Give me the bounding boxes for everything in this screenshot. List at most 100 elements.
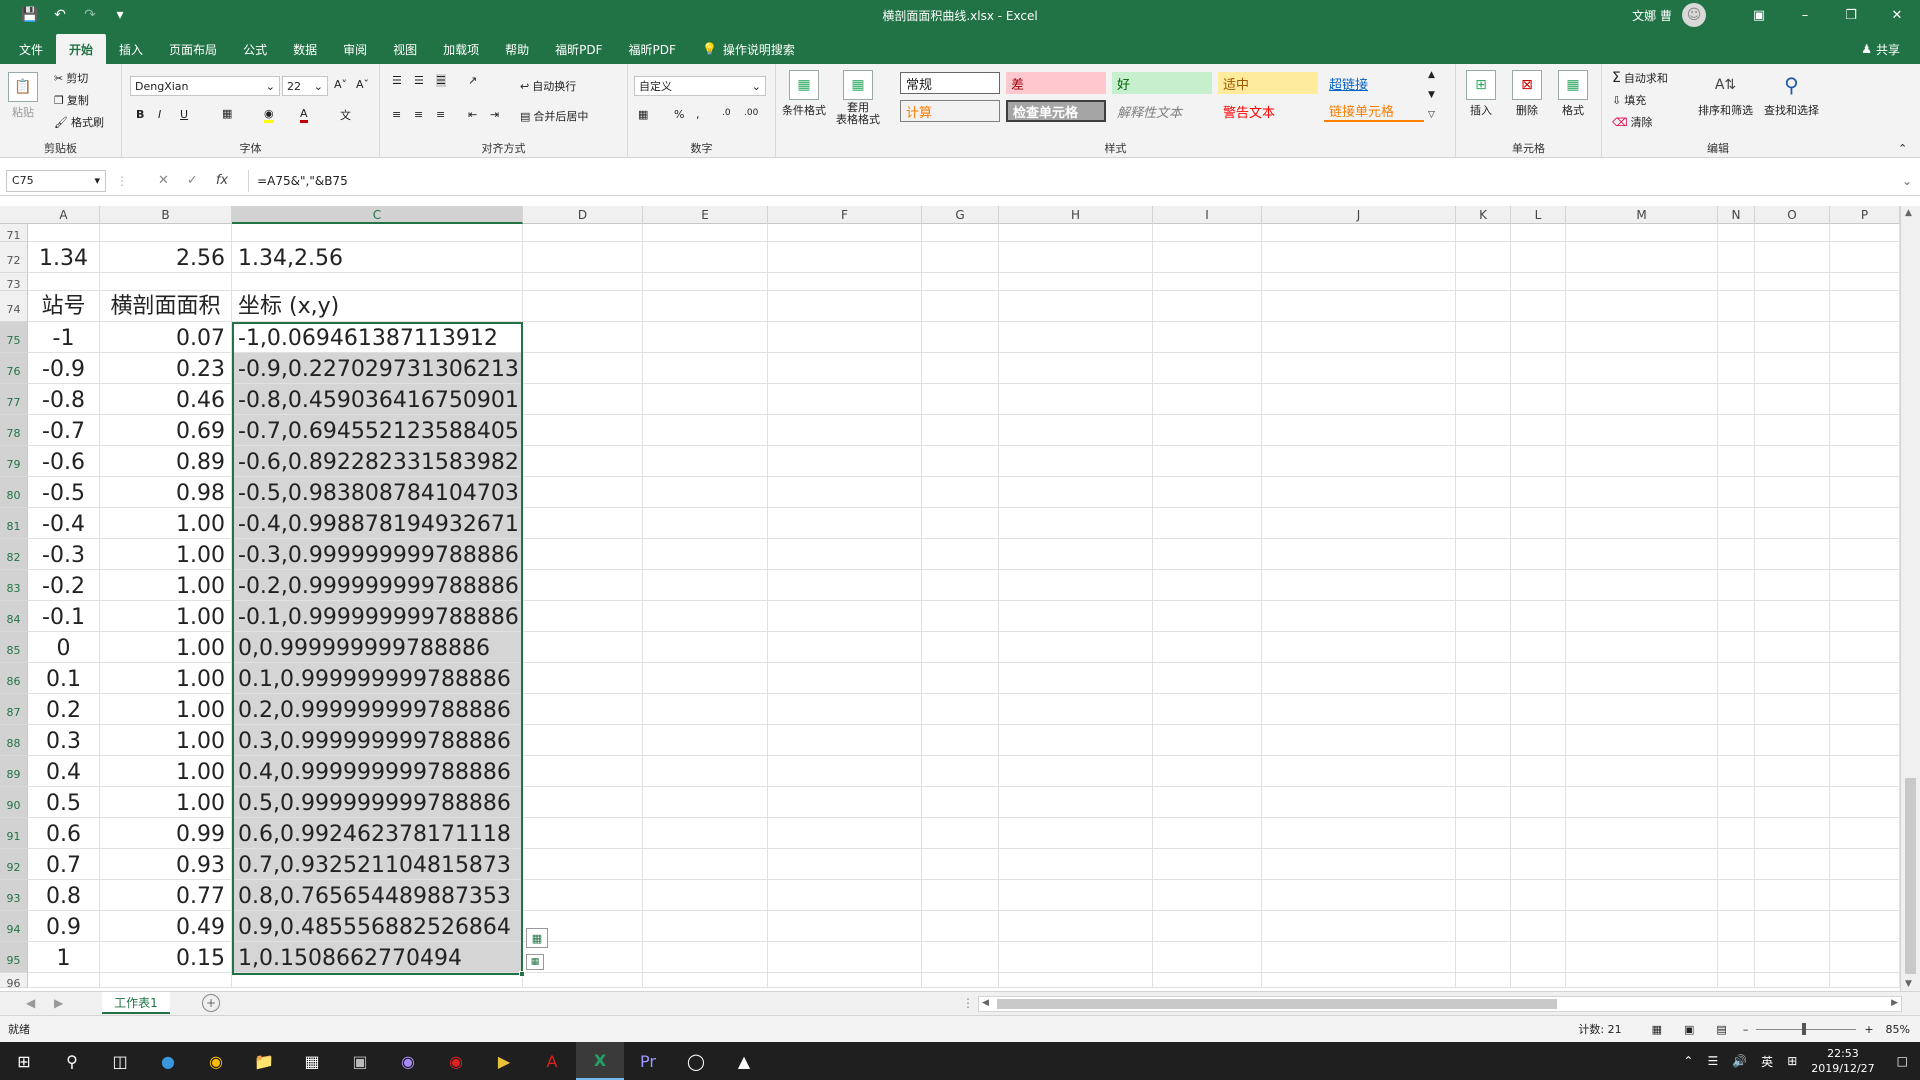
vertical-scrollbar[interactable]: ▲ ▼: [1900, 206, 1920, 991]
empty-cell[interactable]: [1718, 477, 1755, 508]
empty-cell[interactable]: [1566, 570, 1718, 601]
insert-function-icon[interactable]: fx: [216, 173, 228, 188]
cell-a75[interactable]: -1: [28, 322, 100, 353]
number-format-combo[interactable]: 自定义 ⌄: [634, 76, 766, 96]
empty-cell[interactable]: [1511, 942, 1566, 973]
empty-cell[interactable]: [768, 694, 922, 725]
empty-cell[interactable]: [1262, 694, 1456, 725]
row-header[interactable]: 75: [0, 322, 28, 353]
cell-a96[interactable]: [28, 973, 100, 988]
normal-view-icon[interactable]: ▦: [1652, 1023, 1662, 1036]
cell-a80[interactable]: -0.5: [28, 477, 100, 508]
empty-cell[interactable]: [643, 787, 768, 818]
empty-cell[interactable]: [1456, 322, 1511, 353]
cell-b85[interactable]: 1.00: [100, 632, 232, 663]
empty-cell[interactable]: [1511, 725, 1566, 756]
cell-b71[interactable]: [100, 224, 232, 242]
empty-cell[interactable]: [768, 880, 922, 911]
empty-cell[interactable]: [1566, 291, 1718, 322]
save-icon[interactable]: 💾: [20, 5, 40, 25]
row-header[interactable]: 90: [0, 787, 28, 818]
cancel-icon[interactable]: ✕: [158, 173, 169, 188]
empty-cell[interactable]: [1566, 725, 1718, 756]
merge-center-button[interactable]: ▤ 合并后居中: [520, 108, 588, 124]
empty-cell[interactable]: [643, 322, 768, 353]
cell-c80[interactable]: -0.5,0.983808784104703: [232, 477, 523, 508]
empty-cell[interactable]: [1511, 477, 1566, 508]
cell-a76[interactable]: -0.9: [28, 353, 100, 384]
empty-cell[interactable]: [999, 415, 1153, 446]
format-as-table-button[interactable]: ▦ 套用 表格格式: [836, 70, 880, 126]
empty-cell[interactable]: [999, 570, 1153, 601]
empty-cell[interactable]: [1755, 384, 1830, 415]
empty-cell[interactable]: [1262, 973, 1456, 988]
empty-cell[interactable]: [523, 384, 643, 415]
empty-cell[interactable]: [999, 942, 1153, 973]
empty-cell[interactable]: [1566, 508, 1718, 539]
tab-foxit-pdf-1[interactable]: 福昕PDF: [542, 34, 615, 64]
style-normal[interactable]: 常规: [900, 72, 1000, 94]
empty-cell[interactable]: [1456, 415, 1511, 446]
tab-file[interactable]: 文件: [6, 34, 56, 64]
copy-button[interactable]: ❐ 复制: [54, 92, 89, 108]
row-header[interactable]: 87: [0, 694, 28, 725]
empty-cell[interactable]: [643, 570, 768, 601]
empty-cell[interactable]: [1153, 787, 1262, 818]
clear-button[interactable]: ⌫ 清除: [1612, 114, 1653, 130]
customize-qat-icon[interactable]: ▾: [110, 5, 130, 25]
empty-cell[interactable]: [1755, 224, 1830, 242]
empty-cell[interactable]: [1718, 756, 1755, 787]
empty-cell[interactable]: [1456, 273, 1511, 291]
empty-cell[interactable]: [1153, 601, 1262, 632]
empty-cell[interactable]: [768, 353, 922, 384]
empty-cell[interactable]: [922, 725, 999, 756]
empty-cell[interactable]: [1755, 849, 1830, 880]
empty-cell[interactable]: [1456, 663, 1511, 694]
row-header[interactable]: 92: [0, 849, 28, 880]
empty-cell[interactable]: [922, 942, 999, 973]
empty-cell[interactable]: [1830, 384, 1900, 415]
align-right-button[interactable]: ≡: [436, 108, 445, 121]
empty-cell[interactable]: [1511, 663, 1566, 694]
empty-cell[interactable]: [1262, 880, 1456, 911]
empty-cell[interactable]: [922, 224, 999, 242]
empty-cell[interactable]: [922, 601, 999, 632]
empty-cell[interactable]: [1755, 911, 1830, 942]
empty-cell[interactable]: [1456, 973, 1511, 988]
empty-cell[interactable]: [643, 632, 768, 663]
empty-cell[interactable]: [1153, 273, 1262, 291]
row-header[interactable]: 85: [0, 632, 28, 663]
empty-cell[interactable]: [768, 911, 922, 942]
empty-cell[interactable]: [768, 273, 922, 291]
paste-button[interactable]: 📋 粘贴: [8, 72, 38, 120]
style-neutral[interactable]: 适中: [1218, 72, 1318, 94]
new-sheet-button[interactable]: +: [202, 994, 220, 1012]
acrobat-icon[interactable]: A: [528, 1042, 576, 1080]
empty-cell[interactable]: [922, 911, 999, 942]
empty-cell[interactable]: [523, 477, 643, 508]
zoom-slider-thumb[interactable]: [1802, 1022, 1807, 1035]
empty-cell[interactable]: [643, 911, 768, 942]
empty-cell[interactable]: [922, 508, 999, 539]
empty-cell[interactable]: [1153, 942, 1262, 973]
empty-cell[interactable]: [1755, 632, 1830, 663]
empty-cell[interactable]: [1456, 224, 1511, 242]
style-check-cell[interactable]: 检查单元格: [1006, 100, 1106, 122]
autosum-button[interactable]: Σ 自动求和: [1612, 70, 1668, 86]
empty-cell[interactable]: [768, 942, 922, 973]
empty-cell[interactable]: [1755, 756, 1830, 787]
underline-button[interactable]: U: [180, 108, 188, 121]
empty-cell[interactable]: [1511, 322, 1566, 353]
empty-cell[interactable]: [1262, 570, 1456, 601]
cell-c86[interactable]: 0.1,0.999999999788886: [232, 663, 523, 694]
scroll-down-icon[interactable]: ▼: [1905, 979, 1912, 989]
empty-cell[interactable]: [999, 291, 1153, 322]
empty-cell[interactable]: [1153, 508, 1262, 539]
empty-cell[interactable]: [523, 725, 643, 756]
empty-cell[interactable]: [768, 849, 922, 880]
empty-cell[interactable]: [1511, 601, 1566, 632]
empty-cell[interactable]: [523, 242, 643, 273]
cell-b76[interactable]: 0.23: [100, 353, 232, 384]
row-header[interactable]: 84: [0, 601, 28, 632]
empty-cell[interactable]: [643, 291, 768, 322]
